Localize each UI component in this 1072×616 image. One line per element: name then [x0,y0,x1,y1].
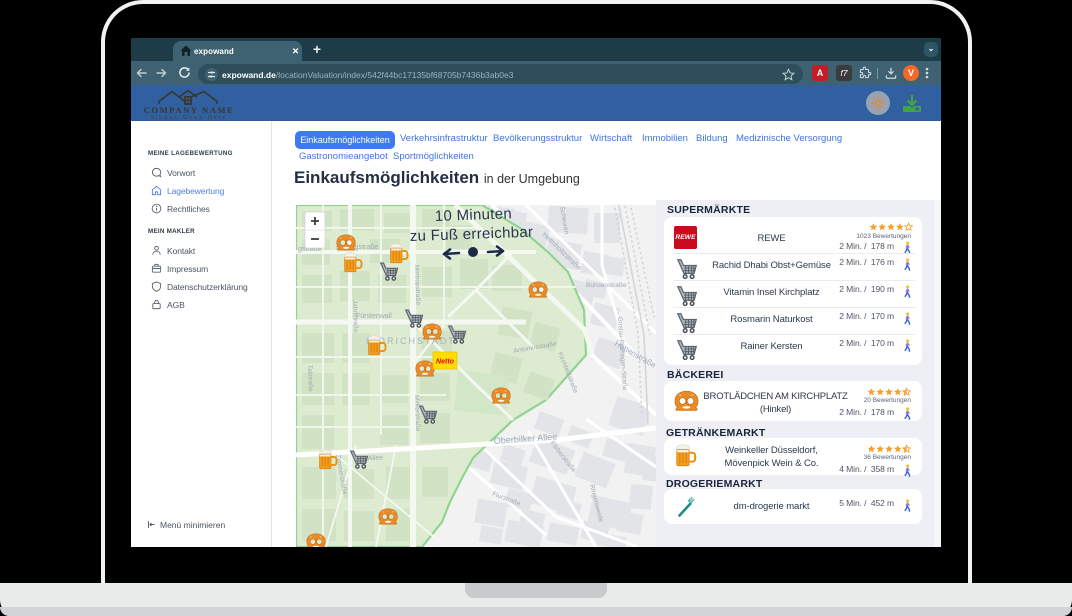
svg-text:10 Minuten: 10 Minuten [435,205,513,225]
svg-text:Mintropstraße: Mintropstraße [413,265,421,306]
svg-text:Fürstenwall: Fürstenwall [356,313,392,320]
svg-text:Jahnstraße: Jahnstraße [351,300,359,333]
svg-text:Bunsenstraße: Bunsenstraße [586,282,627,289]
svg-text:Mirkerstraße: Mirkerstraße [413,395,421,432]
svg-text:Netto: Netto [436,359,455,366]
svg-text:Talstraße: Talstraße [306,365,314,392]
